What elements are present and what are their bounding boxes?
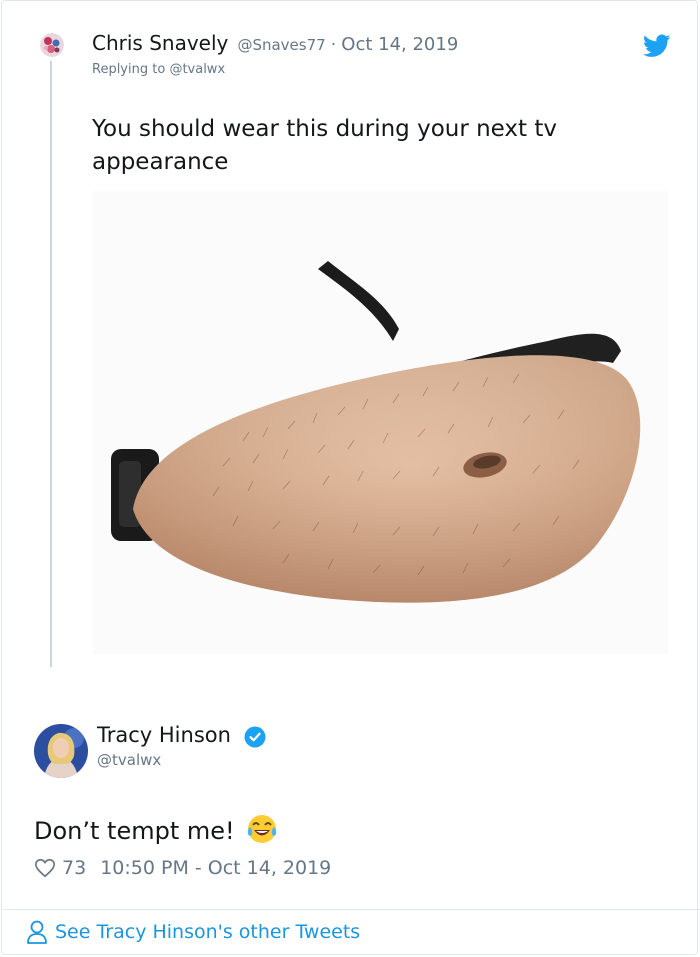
see-other-tweets-label: See Tracy Hinson's other Tweets	[55, 921, 361, 943]
main-tweet-text: Don’t tempt me!	[34, 817, 235, 845]
main-tweet-text-line: Don’t tempt me!	[34, 813, 278, 845]
see-other-tweets-link[interactable]: See Tracy Hinson's other Tweets	[26, 919, 360, 945]
replying-to-line: Replying to @tvalwx	[92, 62, 225, 77]
main-tweet-timestamp[interactable]: 10:50 PM - Oct 14, 2019	[100, 857, 331, 879]
reply-author-name[interactable]: Chris Snavely	[92, 31, 228, 55]
main-author-handle[interactable]: @tvalwx	[97, 751, 161, 769]
reply-author-avatar[interactable]	[40, 33, 64, 57]
reply-tweet-date[interactable]: Oct 14, 2019	[341, 34, 458, 55]
tweet-media-image[interactable]	[93, 191, 668, 654]
replying-to-prefix: Replying to	[92, 62, 166, 77]
main-author-name[interactable]: Tracy Hinson	[97, 723, 231, 747]
verified-badge-icon	[244, 726, 266, 748]
tweet-embed-card: Chris Snavely @Snaves77 · Oct 14, 2019 R…	[1, 0, 700, 955]
twitter-bird-icon[interactable]	[642, 34, 671, 58]
like-count[interactable]: 73	[62, 857, 86, 879]
heart-icon[interactable]	[34, 857, 56, 879]
header-separator: ·	[330, 35, 337, 55]
footer-divider	[3, 909, 700, 910]
reply-tweet-text: You should wear this during your next tv…	[92, 116, 557, 175]
tweet-meta-row: 73 10:50 PM - Oct 14, 2019	[34, 857, 331, 879]
thread-connector-line	[50, 61, 52, 667]
person-icon	[26, 919, 48, 945]
replying-to-mention[interactable]: @tvalwx	[169, 62, 225, 77]
tears-of-joy-emoji-icon	[246, 813, 278, 845]
reply-author-handle[interactable]: @Snaves77	[237, 36, 325, 54]
reply-tweet-header: Chris Snavely @Snaves77 · Oct 14, 2019	[92, 31, 458, 55]
main-author-avatar[interactable]	[34, 724, 88, 778]
